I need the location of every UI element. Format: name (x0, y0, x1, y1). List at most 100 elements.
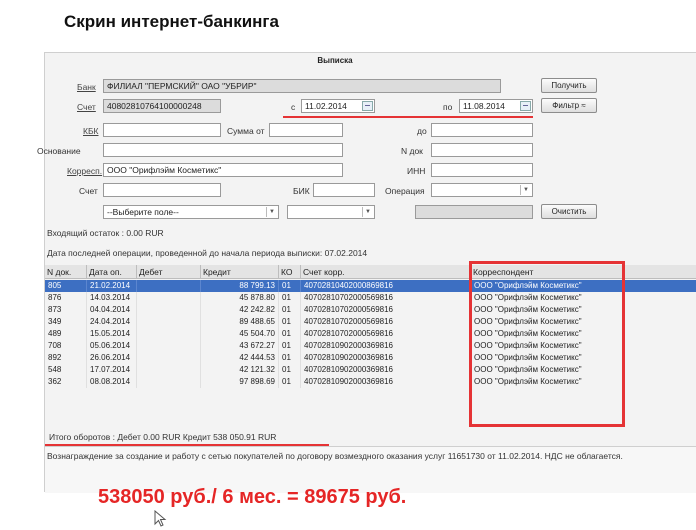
table-cell (137, 364, 201, 376)
calendar-icon[interactable] (520, 101, 531, 111)
table-cell (137, 352, 201, 364)
table-cell: ООО "Орифлэйм Косметикс" (471, 364, 696, 376)
column-header[interactable]: Дата оп. (87, 265, 137, 279)
table-cell: 97 898.69 (201, 376, 279, 388)
chevron-down-icon[interactable]: ▼ (520, 185, 531, 195)
table-row[interactable]: 349 24.04.2014 89 488.65 01 4070281070200056… (45, 316, 696, 328)
date-to-input[interactable]: 11.08.2014 (459, 99, 533, 113)
chevron-down-icon[interactable]: ▼ (266, 207, 277, 217)
inn-input[interactable] (431, 163, 533, 177)
table-cell: 01 (279, 352, 301, 364)
table-cell: 01 (279, 280, 301, 292)
table-cell: 40702810902000369816 (301, 340, 471, 352)
calendar-icon[interactable] (362, 101, 373, 111)
table-cell: 892 (45, 352, 87, 364)
table-cell: 40702810702000569816 (301, 292, 471, 304)
table-cell: 349 (45, 316, 87, 328)
table-cell: 21.02.2014 (87, 280, 137, 292)
field-select-2[interactable]: ▼ (287, 205, 375, 219)
table-cell: 45 878.80 (201, 292, 279, 304)
table-cell: 42 242.82 (201, 304, 279, 316)
table-cell: 89 488.65 (201, 316, 279, 328)
table-row[interactable]: 548 17.07.2014 42 121.32 01 4070281090200036… (45, 364, 696, 376)
date-from-value: 11.02.2014 (305, 101, 347, 111)
table-cell: 876 (45, 292, 87, 304)
table-cell (137, 292, 201, 304)
table-cell: 26.06.2014 (87, 352, 137, 364)
table-cell (137, 328, 201, 340)
kbk-input[interactable] (103, 123, 221, 137)
table-cell: 01 (279, 340, 301, 352)
table-cell (137, 280, 201, 292)
correspondent-label[interactable]: Корресп. (67, 166, 102, 176)
operation-select[interactable]: ▼ (431, 183, 533, 197)
date-range-underline (283, 116, 533, 118)
table-row[interactable]: 708 05.06.2014 43 672.27 01 4070281090200036… (45, 340, 696, 352)
amount-to-input[interactable] (431, 123, 533, 137)
table-cell: ООО "Орифлэйм Косметикс" (471, 280, 696, 292)
table-cell: 708 (45, 340, 87, 352)
column-header[interactable]: Дебет (137, 265, 201, 279)
account-label[interactable]: Счет (77, 102, 96, 112)
account2-input[interactable] (103, 183, 221, 197)
slide-title: Скрин интернет-банкинга (64, 12, 279, 31)
column-header[interactable]: КО (279, 265, 301, 279)
amount-from-input[interactable] (269, 123, 343, 137)
amount-from-label: Сумма от (227, 126, 265, 136)
table-cell: 40702810402000869816 (301, 280, 471, 292)
table-cell: ООО "Орифлэйм Косметикс" (471, 352, 696, 364)
column-header[interactable]: Корреспондент (471, 265, 696, 279)
table-cell: 17.07.2014 (87, 364, 137, 376)
bank-label[interactable]: Банк (77, 82, 96, 92)
table-cell: 01 (279, 376, 301, 388)
table-cell: 40702810902000369816 (301, 376, 471, 388)
table-cell: 548 (45, 364, 87, 376)
table-cell: 04.04.2014 (87, 304, 137, 316)
table-cell: 88 799.13 (201, 280, 279, 292)
table-cell: 40702810702000569816 (301, 304, 471, 316)
table-row[interactable]: 892 26.06.2014 42 444.53 01 4070281090200036… (45, 352, 696, 364)
ndoc-input[interactable] (431, 143, 533, 157)
account2-label: Счет (79, 186, 98, 196)
column-header[interactable]: Счет корр. (301, 265, 471, 279)
table-cell: 01 (279, 364, 301, 376)
table-cell: 40702810902000369816 (301, 352, 471, 364)
table-cell: 362 (45, 376, 87, 388)
table-row[interactable]: 873 04.04.2014 42 242.82 01 4070281070200056… (45, 304, 696, 316)
table-row[interactable]: 876 14.03.2014 45 878.80 01 4070281070200056… (45, 292, 696, 304)
basis-input[interactable] (103, 143, 343, 157)
ndoc-label: N док (401, 146, 423, 156)
table-cell: 42 444.53 (201, 352, 279, 364)
payment-purpose-text: Вознаграждение за создание и работу с се… (47, 451, 623, 461)
basis-label: Основание (37, 146, 81, 156)
field-select-value: --Выберите поле-- (107, 207, 179, 217)
correspondent-input[interactable]: ООО "Орифлэйм Косметикс" (103, 163, 343, 177)
table-cell: 873 (45, 304, 87, 316)
table-cell: ООО "Орифлэйм Косметикс" (471, 328, 696, 340)
table-cell: 40702810702000569816 (301, 316, 471, 328)
table-cell: ООО "Орифлэйм Косметикс" (471, 340, 696, 352)
column-header[interactable]: Кредит (201, 265, 279, 279)
chevron-down-icon[interactable]: ▼ (362, 207, 373, 217)
table-cell: ООО "Орифлэйм Косметикс" (471, 292, 696, 304)
table-cell: 489 (45, 328, 87, 340)
table-cell: ООО "Орифлэйм Косметикс" (471, 304, 696, 316)
mouse-cursor-icon (154, 510, 167, 527)
statement-window: Выписка Банк ФИЛИАЛ "ПЕРМСКИЙ" ОАО "УБРИ… (37, 52, 696, 493)
filter-button[interactable]: Фильтр ≈ (541, 98, 597, 113)
bik-label: БИК (293, 186, 310, 196)
field-select[interactable]: --Выберите поле-- ▼ (103, 205, 279, 219)
get-button[interactable]: Получить (541, 78, 597, 93)
clear-button[interactable]: Очистить (541, 204, 597, 219)
kbk-label[interactable]: КБК (83, 126, 98, 136)
table-cell: 14.03.2014 (87, 292, 137, 304)
date-to-value: 11.08.2014 (463, 101, 505, 111)
table-row[interactable]: 805 21.02.2014 88 799.13 01 4070281040200086… (45, 280, 696, 292)
table-row[interactable]: 489 15.05.2014 45 504.70 01 4070281070200056… (45, 328, 696, 340)
date-from-input[interactable]: 11.02.2014 (301, 99, 375, 113)
inn-label: ИНН (407, 166, 426, 176)
bik-input[interactable] (313, 183, 375, 197)
table-row[interactable]: 362 08.08.2014 97 898.69 01 4070281090200036… (45, 376, 696, 388)
column-header[interactable]: N док. (45, 265, 87, 279)
totals-line: Итого оборотов : Дебет 0.00 RUR Кредит 5… (49, 432, 277, 442)
